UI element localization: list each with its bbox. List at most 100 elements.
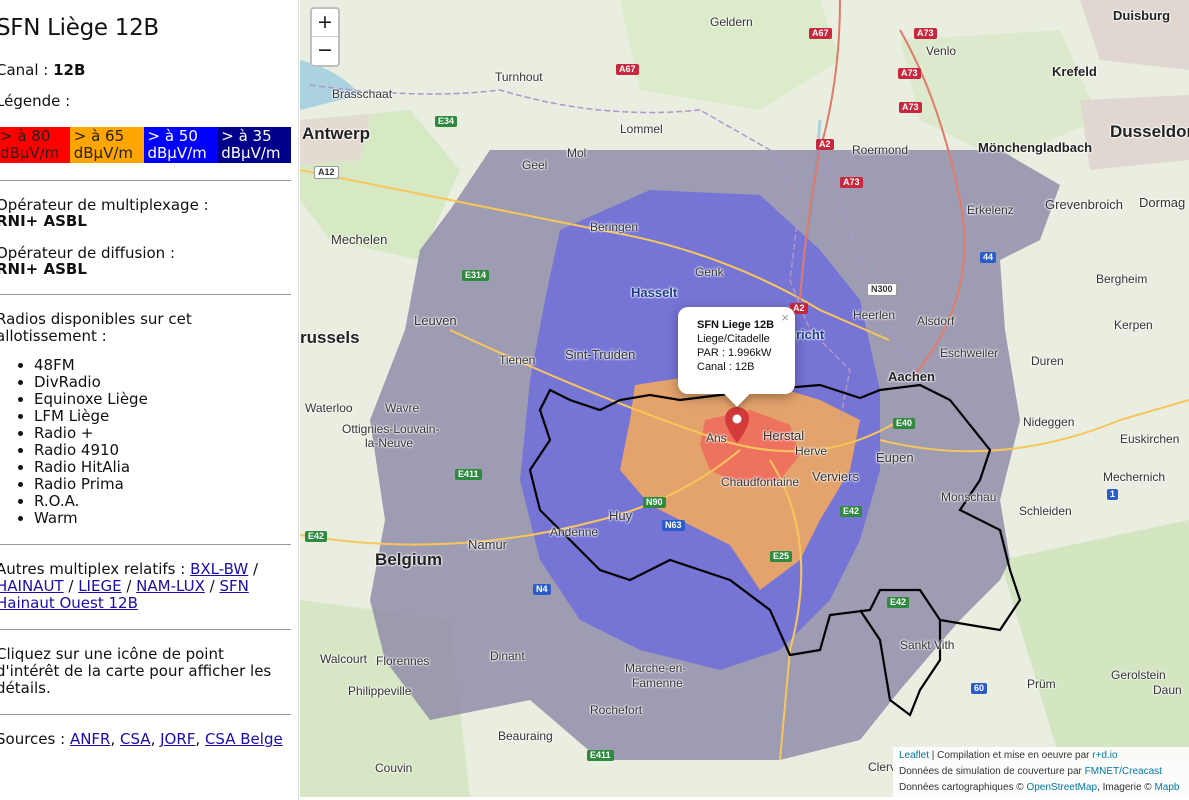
link-bxl-bw[interactable]: BXL-BW	[190, 560, 248, 578]
place-label: Tienen	[499, 353, 536, 367]
place-label: Beauraing	[498, 729, 553, 743]
popup-title: SFN Liege 12B	[697, 319, 775, 331]
place-label: Kerpen	[1114, 318, 1153, 332]
popup-site: Liege/Citadelle	[697, 333, 770, 345]
place-label: Mechernich	[1103, 470, 1166, 484]
list-item: Warm	[34, 510, 291, 527]
page-title: SFN Liège 12B	[0, 15, 159, 41]
divider	[0, 629, 291, 630]
place-label: Chaudfontaine	[721, 475, 800, 489]
place-label: Krefeld	[1052, 64, 1097, 79]
osm-link[interactable]: OpenStreetMap	[1026, 782, 1097, 793]
legend-50: > à 50 dBμV/m	[143, 127, 218, 163]
road-shield: A73	[840, 177, 863, 188]
place-label: Mönchengladbach	[978, 140, 1093, 155]
map-pin-icon[interactable]	[725, 407, 749, 443]
list-item: Radio 4910	[34, 442, 291, 459]
place-label: Geel	[522, 158, 548, 172]
link-liege[interactable]: LIEGE	[78, 577, 121, 595]
road-shield: E40	[893, 418, 916, 429]
place-label: Dusseldorf	[1110, 122, 1189, 141]
legend-80: > à 80 dBμV/m	[0, 127, 70, 163]
place-label: Rochefort	[590, 703, 643, 717]
link-anfr[interactable]: ANFR	[70, 730, 111, 748]
place-label: Namur	[468, 537, 508, 552]
road-shield: 44	[980, 252, 997, 263]
list-item: 48FM	[34, 357, 291, 374]
list-item: Equinoxe Liège	[34, 391, 291, 408]
place-label: Eupen	[876, 450, 914, 465]
place-label: Florennes	[376, 654, 430, 668]
road-shield: E42	[305, 531, 328, 542]
link-hainaut[interactable]: HAINAUT	[0, 577, 64, 595]
place-label: Famenne	[632, 676, 683, 690]
related-multiplex: Autres multiplex relatifs : BXL-BW / HAI…	[0, 561, 291, 612]
canal-label: Canal :	[0, 61, 54, 79]
place-label: Ans	[706, 431, 727, 445]
road-shield: A73	[899, 102, 922, 113]
radios-label: Radios disponibles sur cet allotissement…	[0, 310, 192, 345]
road-shield: 60	[971, 683, 988, 694]
road-shield: E25	[770, 551, 793, 562]
place-label: Philippeville	[348, 684, 412, 698]
place-label: Aachen	[888, 369, 935, 384]
link-csa-belge[interactable]: CSA Belge	[205, 730, 283, 748]
fmnet-link[interactable]: FMNET/Creacast	[1085, 766, 1162, 777]
place-label: Beringen	[590, 220, 639, 234]
list-item: DivRadio	[34, 374, 291, 391]
place-label: Leuven	[414, 313, 457, 328]
divider	[0, 714, 291, 715]
radio-list: 48FM DivRadio Equinoxe Liège LFM Liège R…	[34, 357, 291, 527]
place-label: russels	[300, 328, 360, 347]
place-label: Eschweiler	[940, 346, 999, 360]
place-label: Belgium	[375, 550, 443, 569]
divider	[0, 294, 291, 295]
link-nam-lux[interactable]: NAM-LUX	[136, 577, 205, 595]
place-label: Grevenbroich	[1045, 197, 1124, 212]
place-label: Antwerp	[302, 124, 370, 143]
place-label: Geldern	[710, 15, 753, 29]
popup-close-button[interactable]: ×	[781, 310, 789, 325]
place-label: Sankt Vith	[900, 638, 955, 652]
place-label: Walcourt	[320, 652, 367, 666]
road-shield: N4	[533, 584, 551, 595]
road-shield: N90	[643, 497, 666, 508]
diff-operator-label: Opérateur de diffusion :	[0, 244, 176, 262]
info-popup: × SFN Liege 12B Liege/Citadelle PAR : 1.…	[678, 307, 795, 407]
canal-row: Canal : 12B	[0, 62, 291, 79]
road-shield: 1	[1107, 489, 1119, 500]
place-label: Marche-en-	[625, 661, 687, 675]
road-shield: A12	[314, 166, 339, 179]
canal-value: 12B	[53, 61, 86, 79]
mapbox-link[interactable]: Mapb	[1154, 782, 1179, 793]
popup-canal: Canal : 12B	[697, 361, 755, 373]
divider	[0, 180, 291, 181]
place-label: richt	[796, 327, 825, 342]
place-label: Nideggen	[1023, 415, 1075, 429]
zoom-out-button[interactable]: −	[312, 37, 338, 65]
place-label: la-Neuve	[365, 436, 414, 450]
link-jorf[interactable]: JORF	[160, 730, 195, 748]
leaflet-link[interactable]: Leaflet	[899, 750, 929, 761]
list-item: Radio +	[34, 425, 291, 442]
road-shield: A73	[914, 28, 937, 39]
sidebar: SFN Liège 12B Canal : 12B Légende : > à …	[0, 0, 299, 800]
place-label: Verviers	[812, 469, 859, 484]
place-label: Brasschaat	[332, 87, 393, 101]
place-label: Dormag	[1139, 195, 1186, 210]
divider	[0, 544, 291, 545]
list-item: Radio HitAlia	[34, 459, 291, 476]
rd-io-link[interactable]: r+d.io	[1092, 750, 1117, 761]
road-shield: A73	[898, 68, 921, 79]
map[interactable]: Geldern Duisburg Venlo Krefeld Brasschaa…	[300, 0, 1189, 797]
zoom-in-button[interactable]: +	[312, 9, 338, 37]
sources: Sources : ANFR, CSA, JORF, CSA Belge	[0, 730, 283, 748]
place-label: Genk	[695, 265, 724, 279]
place-label: Monschau	[941, 490, 997, 504]
place-label: Prüm	[1027, 677, 1056, 691]
place-label: Heerlen	[853, 308, 896, 322]
mux-operator-label: Opérateur de multiplexage :	[0, 196, 209, 214]
link-csa[interactable]: CSA	[120, 730, 151, 748]
place-label: Ottignies-Louvain-	[342, 422, 440, 436]
place-label: Mechelen	[331, 232, 388, 247]
